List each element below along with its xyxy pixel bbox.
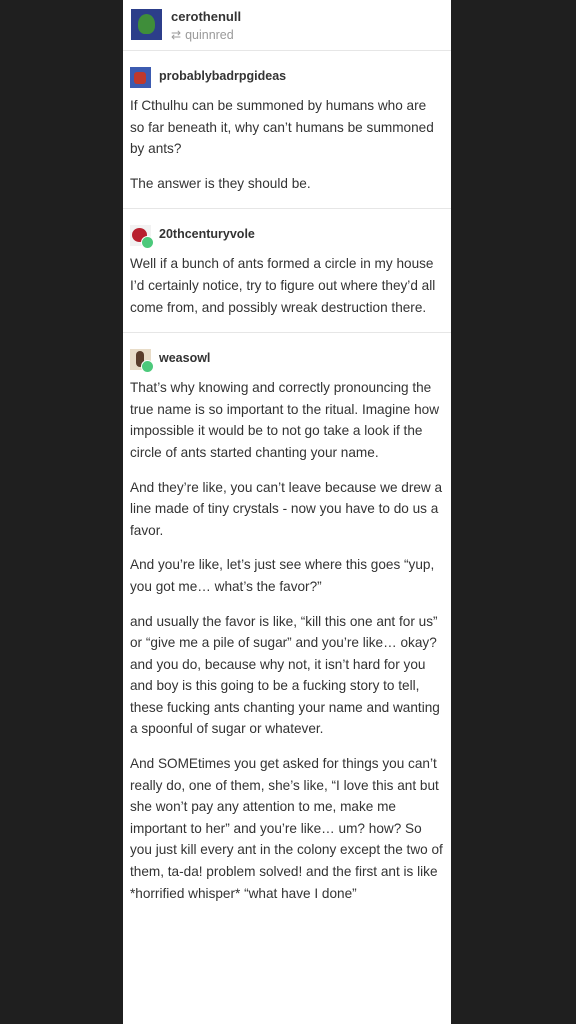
- entry-header: probablybadrpgideas: [130, 51, 444, 95]
- entry-username[interactable]: 20thcenturyvole: [159, 227, 255, 241]
- follow-badge-icon: [141, 236, 154, 250]
- entry-paragraph: And you’re like, let’s just see where th…: [130, 557, 435, 594]
- entry-paragraph: That’s why knowing and correctly pronoun…: [130, 380, 440, 460]
- entry-paragraph: If Cthulhu can be summoned by humans who…: [130, 98, 434, 157]
- entry-paragraph: The answer is they should be.: [130, 175, 311, 191]
- reblog-source[interactable]: ⇄ quinnred: [171, 28, 234, 42]
- avatar[interactable]: [131, 9, 162, 40]
- post-author-username[interactable]: cerothenull: [171, 9, 241, 24]
- entry-paragraph: Well if a bunch of ants formed a circle …: [130, 256, 436, 315]
- entry-header: weasowl: [130, 333, 444, 377]
- tumblr-post-card: cerothenull ⇄ quinnred probablybadrpgidea…: [123, 0, 451, 1024]
- reblog-entry: probablybadrpgideas If Cthulhu can be su…: [123, 51, 451, 210]
- reblog-entry: weasowl That’s why knowing and correctly…: [123, 333, 451, 904]
- avatar[interactable]: [130, 349, 154, 374]
- reblog-icon: ⇄: [171, 28, 182, 42]
- post-header: cerothenull ⇄ quinnred: [123, 0, 451, 51]
- avatar[interactable]: [130, 225, 154, 250]
- follow-badge-icon: [141, 360, 154, 374]
- entry-username[interactable]: weasowl: [159, 351, 210, 365]
- entry-paragraph: and usually the favor is like, “kill thi…: [130, 613, 440, 737]
- entry-paragraph: And SOMEtimes you get asked for things y…: [130, 756, 443, 901]
- entry-header: 20thcenturyvole: [130, 209, 444, 253]
- entry-username[interactable]: probablybadrpgideas: [159, 69, 286, 83]
- reblog-entry: 20thcenturyvole Well if a bunch of ants …: [123, 209, 451, 334]
- entry-paragraph: And they’re like, you can’t leave becaus…: [130, 479, 443, 538]
- reblog-source-username[interactable]: quinnred: [185, 28, 234, 42]
- avatar-face: [138, 14, 155, 34]
- avatar[interactable]: [130, 67, 151, 88]
